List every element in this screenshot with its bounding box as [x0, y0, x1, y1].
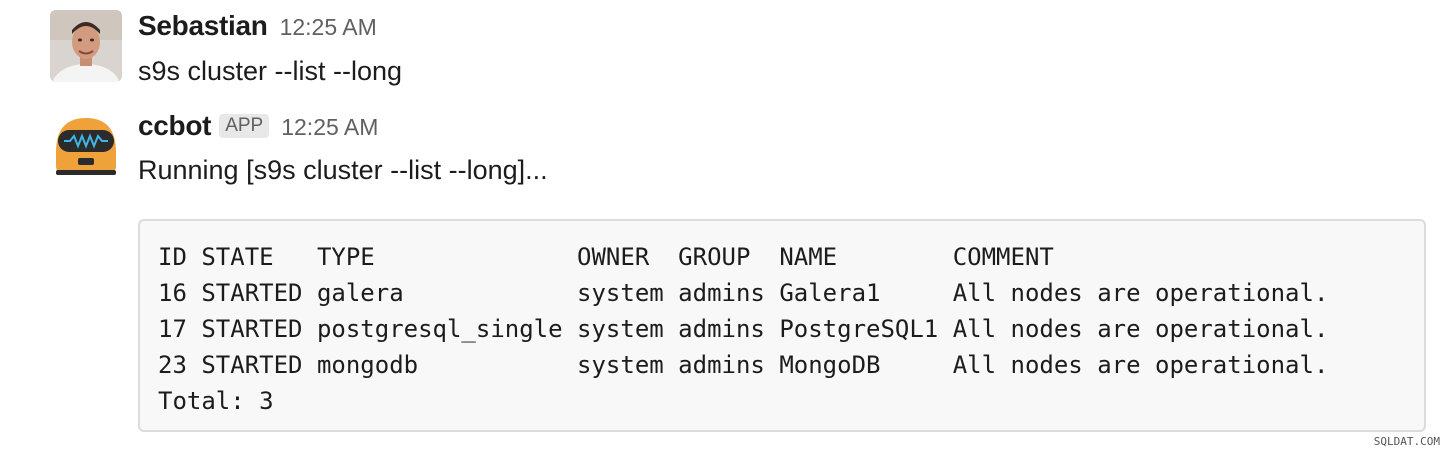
message-header: ccbot APP 12:25 AM [138, 110, 378, 142]
watermark: SQLDAT.COM [1373, 435, 1440, 448]
code-line: 17 STARTED postgresql_single system admi… [158, 315, 1329, 343]
code-line: 23 STARTED mongodb system admins MongoDB… [158, 351, 1329, 379]
user-photo-icon [50, 10, 122, 82]
author-name[interactable]: Sebastian [138, 10, 268, 42]
code-line: ID STATE TYPE OWNER GROUP NAME COMMENT [158, 243, 1054, 271]
author-name[interactable]: ccbot [138, 110, 211, 142]
code-content: ID STATE TYPE OWNER GROUP NAME COMMENT 1… [158, 239, 1424, 419]
message-header: Sebastian 12:25 AM [138, 10, 377, 42]
message-text: Running [s9s cluster --list --long]... [138, 155, 548, 185]
timestamp[interactable]: 12:25 AM [280, 14, 377, 41]
code-block: ID STATE TYPE OWNER GROUP NAME COMMENT 1… [138, 219, 1426, 432]
code-line: Total: 3 [158, 387, 274, 415]
app-badge: APP [219, 114, 270, 138]
message-text: s9s cluster --list --long [138, 56, 403, 86]
code-line: 16 STARTED galera system admins Galera1 … [158, 279, 1329, 307]
timestamp[interactable]: 12:25 AM [281, 114, 378, 141]
avatar[interactable] [50, 112, 122, 184]
avatar[interactable] [50, 10, 122, 82]
robot-icon [50, 112, 122, 184]
